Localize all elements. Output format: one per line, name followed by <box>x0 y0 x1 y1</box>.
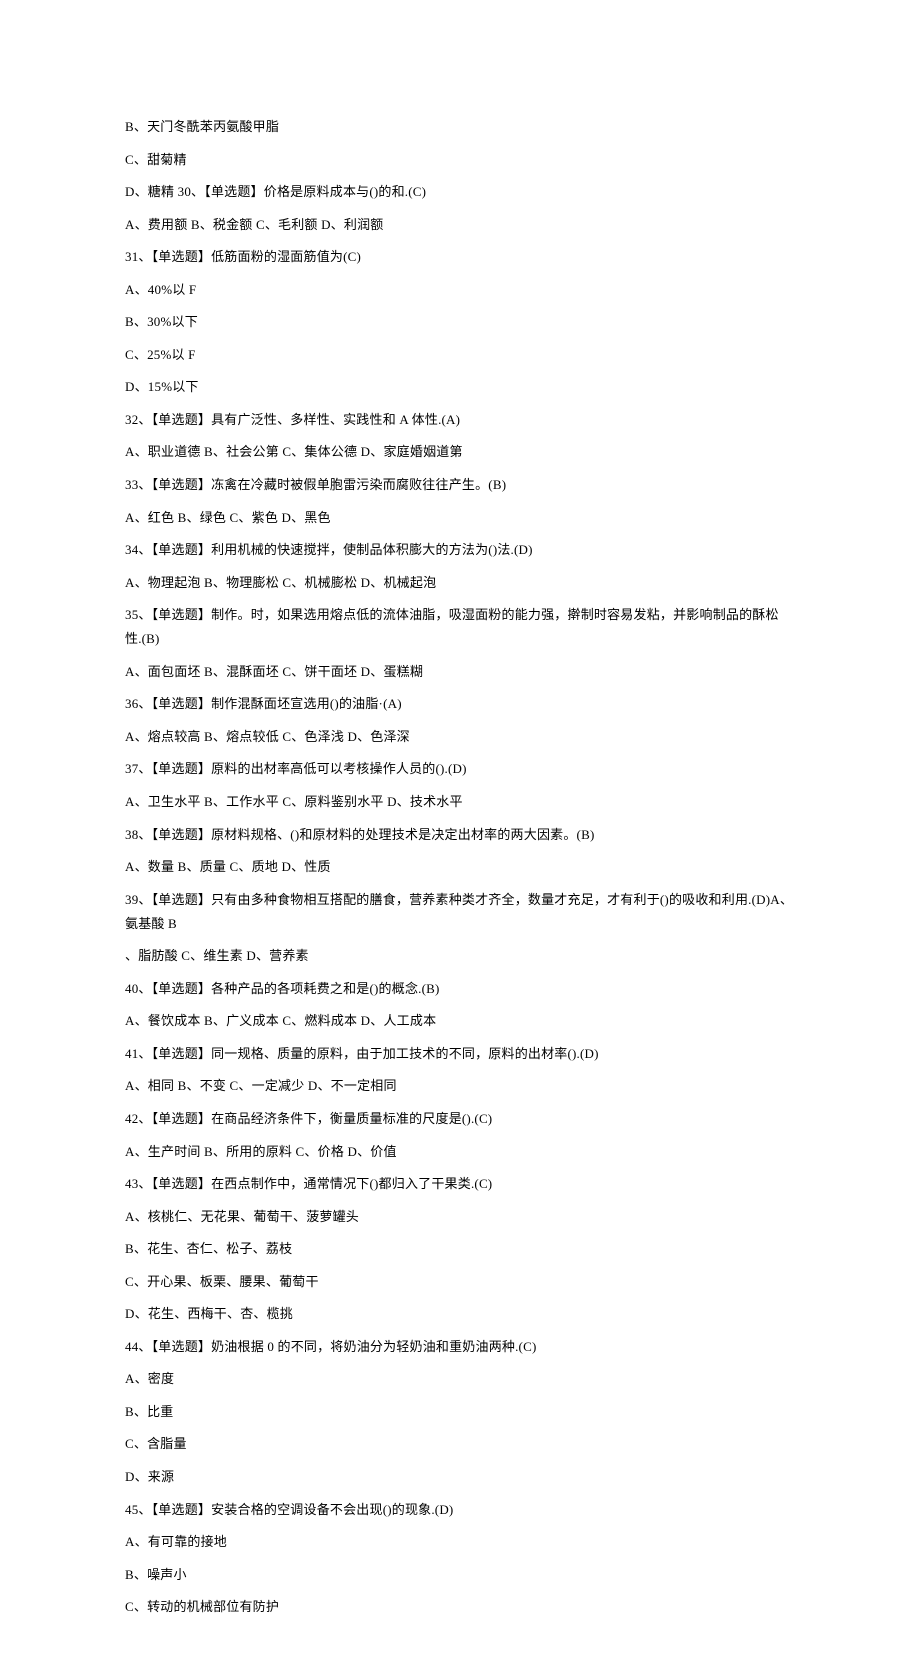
document-line: A、职业道德 B、社会公第 C、集体公德 D、家庭婚姻道第 <box>125 440 795 464</box>
document-line: A、有可靠的接地 <box>125 1530 795 1554</box>
document-line: D、来源 <box>125 1465 795 1489</box>
document-line: 40、【单选题】各种产品的各项耗费之和是()的概念.(B) <box>125 977 795 1001</box>
document-line: C、开心果、板栗、腰果、葡萄干 <box>125 1270 795 1294</box>
document-line: C、转动的机械部位有防护 <box>125 1595 795 1619</box>
document-line: C、含脂量 <box>125 1432 795 1456</box>
document-line: 42、【单选题】在商品经济条件下，衡量质量标准的尺度是().(C) <box>125 1107 795 1131</box>
document-line: C、25%以 F <box>125 343 795 367</box>
document-line: B、噪声小 <box>125 1563 795 1587</box>
document-line: 43、【单选题】在西点制作中，通常情况下()都归入了干果类.(C) <box>125 1172 795 1196</box>
document-line: 44、【单选题】奶油根据 0 的不同，将奶油分为轻奶油和重奶油两种.(C) <box>125 1335 795 1359</box>
document-line: 41、【单选题】同一规格、质量的原料，由于加工技术的不同，原料的出材率().(D… <box>125 1042 795 1066</box>
document-line: A、40%以 F <box>125 278 795 302</box>
document-line: 、脂肪酸 C、维生素 D、营养素 <box>125 944 795 968</box>
document-line: 31、【单选题】低筋面粉的湿面筋值为(C) <box>125 245 795 269</box>
document-line: A、卫生水平 B、工作水平 C、原料鉴别水平 D、技术水平 <box>125 790 795 814</box>
document-line: A、熔点较高 B、熔点较低 C、色泽浅 D、色泽深 <box>125 725 795 749</box>
document-line: B、天门冬酰苯丙氨酸甲脂 <box>125 115 795 139</box>
document-line: A、密度 <box>125 1367 795 1391</box>
document-line: D、花生、西梅干、杏、榄挑 <box>125 1302 795 1326</box>
document-line: A、面包面坯 B、混酥面坯 C、饼干面坯 D、蛋糕糊 <box>125 660 795 684</box>
document-line: B、30%以下 <box>125 310 795 334</box>
document-line: A、生产时间 B、所用的原料 C、价格 D、价值 <box>125 1140 795 1164</box>
document-line: A、物理起泡 B、物理膨松 C、机械膨松 D、机械起泡 <box>125 571 795 595</box>
document-line: D、15%以下 <box>125 375 795 399</box>
document-line: B、比重 <box>125 1400 795 1424</box>
document-line: A、红色 B、绿色 C、紫色 D、黑色 <box>125 506 795 530</box>
document-line: A、数量 B、质量 C、质地 D、性质 <box>125 855 795 879</box>
document-line: 34、【单选题】利用机械的快速搅拌，使制品体积膨大的方法为()法.(D) <box>125 538 795 562</box>
document-line: A、相同 B、不变 C、一定减少 D、不一定相同 <box>125 1074 795 1098</box>
document-line: A、核桃仁、无花果、葡萄干、菠萝罐头 <box>125 1205 795 1229</box>
document-line: 36、【单选题】制作混酥面坯宣选用()的油脂·(A) <box>125 692 795 716</box>
document-line: A、餐饮成本 B、广义成本 C、燃料成本 D、人工成本 <box>125 1009 795 1033</box>
document-line: 45、【单选题】安装合格的空调设备不会出现()的现象.(D) <box>125 1498 795 1522</box>
document-line: 38、【单选题】原材料规格、()和原材料的处理技术是决定出材率的两大因素。(B) <box>125 823 795 847</box>
document-line: 35、【单选题】制作。时，如果选用熔点低的流体油脂，吸湿面粉的能力强，擀制时容易… <box>125 603 795 651</box>
document-line: A、费用额 B、税金额 C、毛利额 D、利润额 <box>125 213 795 237</box>
document-line: 39、【单选题】只有由多种食物相互搭配的膳食，营养素种类才齐全，数量才充足，才有… <box>125 888 795 936</box>
document-line: 33、【单选题】冻禽在冷藏时被假单胞雷污染而腐败往往产生。(B) <box>125 473 795 497</box>
document-line: C、甜菊精 <box>125 148 795 172</box>
document-line: B、花生、杏仁、松子、荔枝 <box>125 1237 795 1261</box>
document-line: D、糖精 30、【单选题】价格是原料成本与()的和.(C) <box>125 180 795 204</box>
document-line: 32、【单选题】具有广泛性、多样性、实践性和 A 体性.(A) <box>125 408 795 432</box>
document-line: 37、【单选题】原料的出材率高低可以考核操作人员的().(D) <box>125 757 795 781</box>
